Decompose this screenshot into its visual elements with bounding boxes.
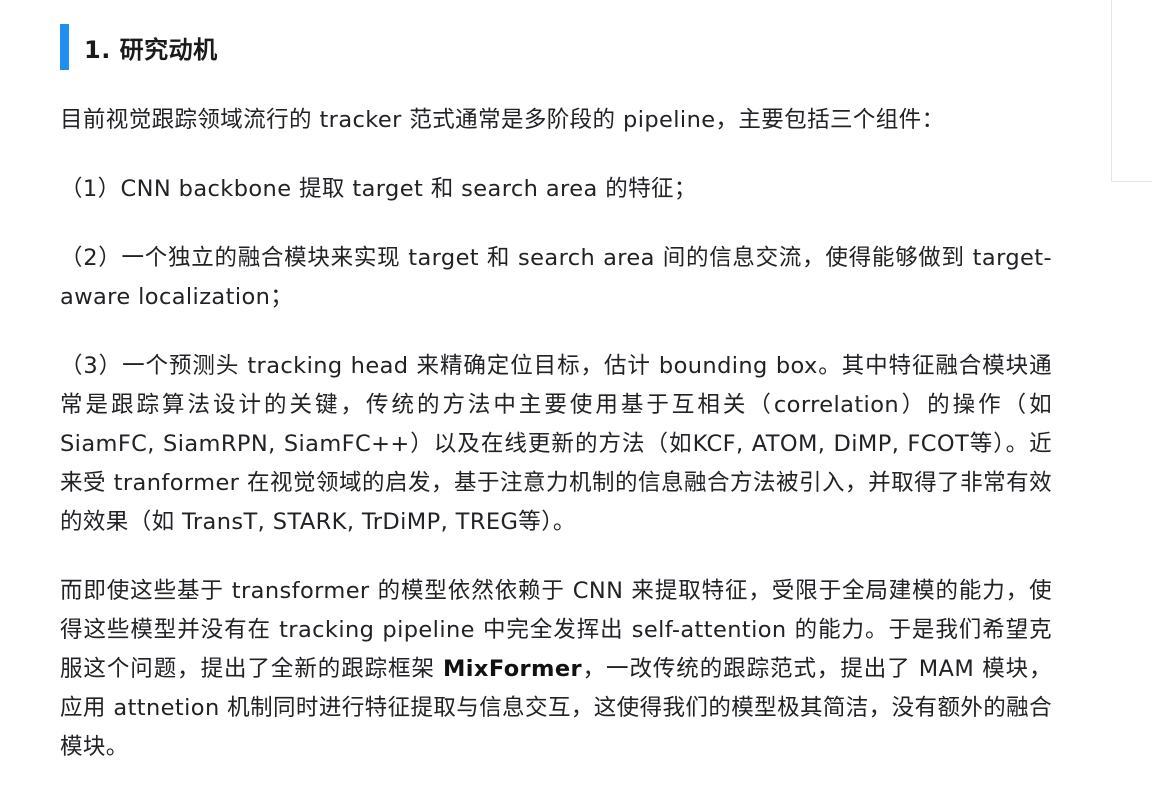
intro-paragraph: 目前视觉跟踪领域流行的 tracker 范式通常是多阶段的 pipeline，主… — [60, 107, 945, 133]
list-item-3: （3）一个预测头 tracking head 来精确定位目标，估计 boundi… — [60, 353, 1052, 535]
heading-accent-bar — [60, 24, 69, 70]
mixformer-paragraph: 而即使这些基于 transformer 的模型依然依赖于 CNN 来提取特征，受… — [60, 572, 1052, 767]
mixformer-name: MixFormer — [443, 656, 583, 682]
article-body: 1. 研究动机 目前视觉跟踪领域流行的 tracker 范式通常是多阶段的 pi… — [60, 0, 1052, 767]
list-item-2: （2）一个独立的融合模块来实现 target 和 search area 间的信… — [60, 245, 1052, 310]
list-item-1: （1）CNN backbone 提取 target 和 search area … — [60, 176, 697, 202]
section-title: 1. 研究动机 — [84, 35, 218, 64]
section-heading: 1. 研究动机 — [60, 24, 1052, 70]
side-panel — [1111, 0, 1152, 182]
